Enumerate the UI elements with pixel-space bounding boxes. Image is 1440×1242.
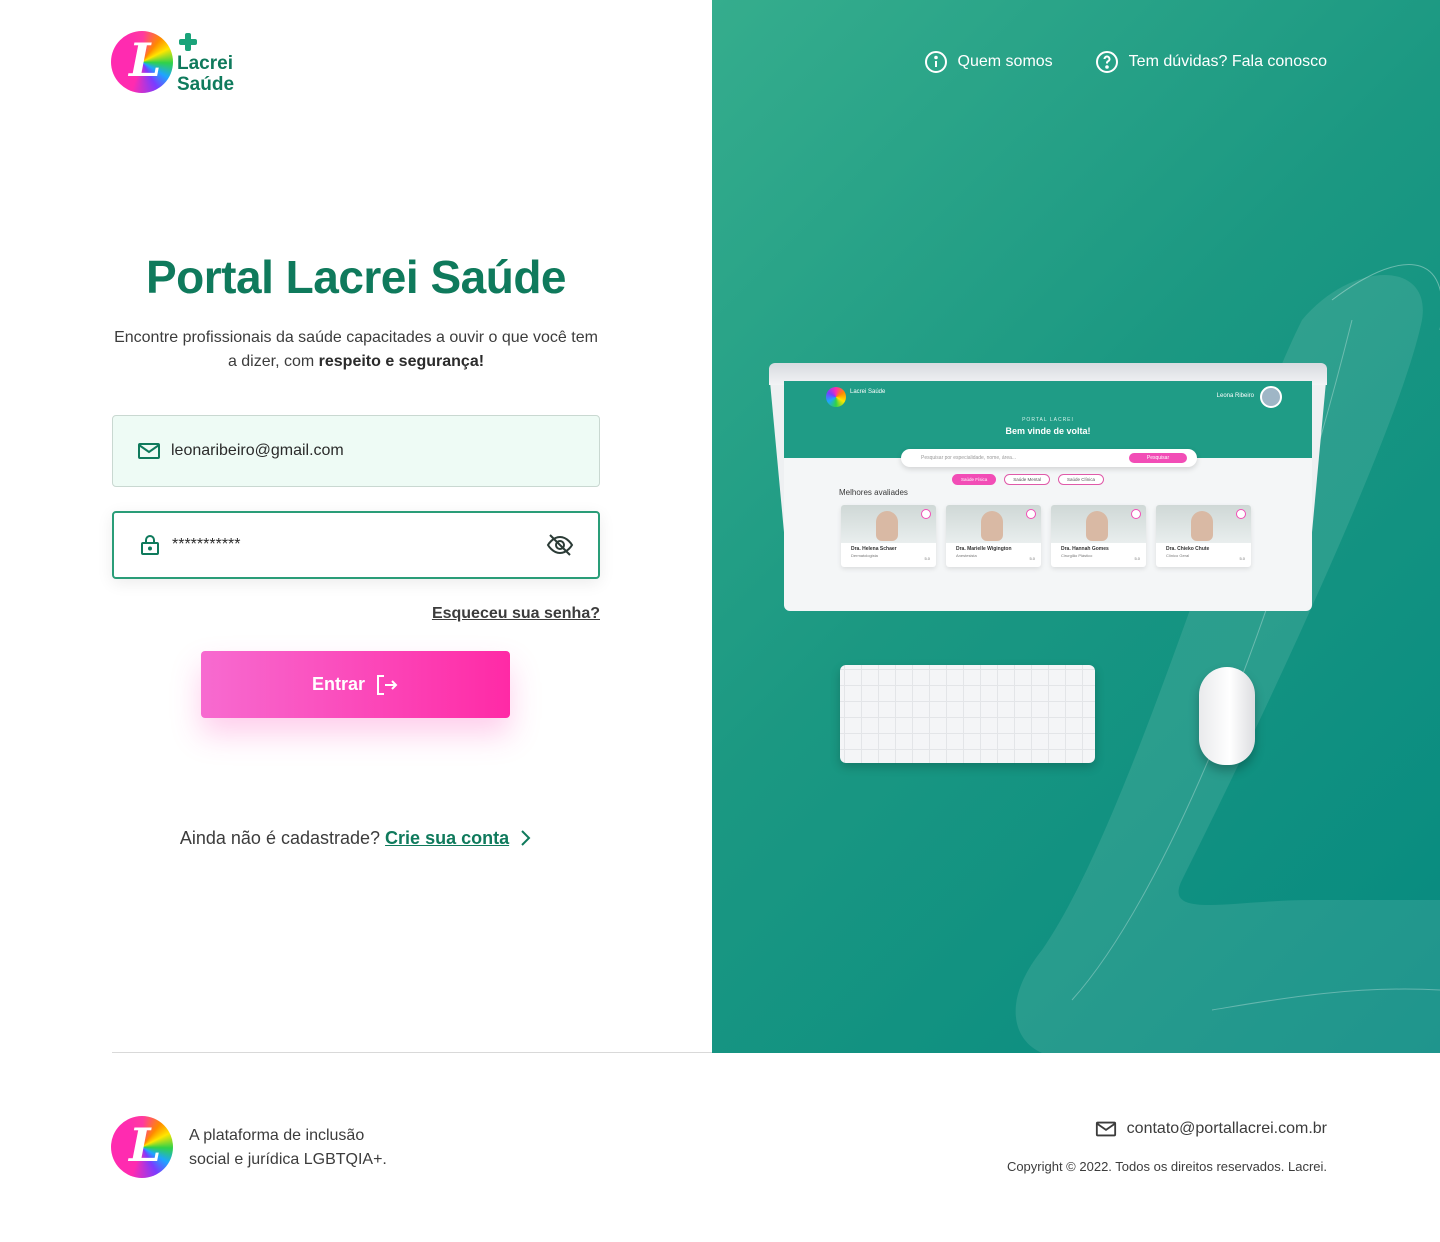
nav-help[interactable]: Tem dúvidas? Fala conosco bbox=[1095, 50, 1327, 74]
heart-icon bbox=[1026, 509, 1036, 519]
footer-tagline: A plataforma de inclusão social e jurídi… bbox=[189, 1127, 387, 1168]
brand-line2: Saúde bbox=[177, 74, 235, 95]
create-account-link[interactable]: Crie sua conta bbox=[385, 828, 509, 848]
brand-line1: Lacrei bbox=[177, 53, 233, 74]
mockup-screen: Lacrei Saúde Leona Ribeiro PORTAL LACREI… bbox=[784, 381, 1312, 611]
help-icon bbox=[1095, 51, 1118, 73]
login-arrow-icon bbox=[377, 674, 398, 695]
hero-panel: Quem somos Tem dúvidas? Fala conosco Lac… bbox=[712, 0, 1440, 1053]
signup-prompt: Ainda não é cadastrade? Crie sua conta bbox=[112, 828, 600, 849]
keyboard-illustration bbox=[840, 665, 1095, 763]
doctor-card: Dra. Chieko Chute Clínico Geral 5.0 bbox=[1156, 505, 1251, 567]
footer-logo-icon: L bbox=[111, 1116, 173, 1178]
password-input[interactable] bbox=[172, 536, 546, 554]
mail-icon bbox=[138, 443, 160, 459]
copyright: Copyright © 2022. Todos os direitos rese… bbox=[1006, 1159, 1327, 1174]
heart-icon bbox=[1236, 509, 1246, 519]
brand-logo[interactable]: L Lacrei Saúde bbox=[111, 31, 234, 95]
avatar bbox=[1260, 386, 1282, 408]
monitor-mockup: Lacrei Saúde Leona Ribeiro PORTAL LACREI… bbox=[769, 363, 1327, 611]
email-field[interactable] bbox=[112, 415, 600, 487]
password-field[interactable] bbox=[112, 511, 600, 579]
page-subtitle: Encontre profissionais da saúde capacita… bbox=[114, 329, 598, 370]
doctor-card: Dra. Helena Schaer Dermatologista 5.0 bbox=[841, 505, 936, 567]
top-nav: Quem somos Tem dúvidas? Fala conosco bbox=[924, 50, 1327, 74]
chip: Saúde Física bbox=[952, 474, 997, 485]
chevron-right-icon bbox=[521, 830, 531, 846]
mini-search-bar: Pesquisar por especialidade, nome, área.… bbox=[901, 449, 1197, 467]
info-icon bbox=[924, 51, 947, 73]
contact-email-link[interactable]: contato@portallacrei.com.br bbox=[1095, 1118, 1327, 1140]
forgot-password-link[interactable]: Esqueceu sua senha? bbox=[432, 605, 600, 623]
mouse-illustration bbox=[1199, 667, 1255, 765]
heart-icon bbox=[921, 509, 931, 519]
logo-mark-icon: L bbox=[111, 31, 173, 93]
doctor-card: Dra. Marielle Wigington Anestesista 5.0 bbox=[946, 505, 1041, 567]
login-button[interactable]: Entrar bbox=[201, 651, 510, 718]
doctor-card: Dra. Hannah Gomes Cirurgião Plástico 5.0 bbox=[1051, 505, 1146, 567]
chip: Saúde Clínica bbox=[1058, 474, 1105, 485]
divider bbox=[112, 1052, 712, 1053]
heart-icon bbox=[1131, 509, 1141, 519]
login-page: L Lacrei Saúde Portal Lacrei Saúde Encon… bbox=[0, 0, 1440, 1242]
eye-off-icon[interactable] bbox=[546, 531, 574, 559]
mail-icon bbox=[1095, 1121, 1116, 1137]
chip: Saúde Mental bbox=[1004, 474, 1051, 485]
page-title: Portal Lacrei Saúde bbox=[146, 251, 567, 303]
mini-logo-icon bbox=[826, 387, 846, 407]
nav-about[interactable]: Quem somos bbox=[924, 50, 1053, 74]
plus-icon bbox=[179, 33, 197, 51]
lock-icon bbox=[141, 535, 159, 555]
email-input[interactable] bbox=[171, 442, 575, 460]
